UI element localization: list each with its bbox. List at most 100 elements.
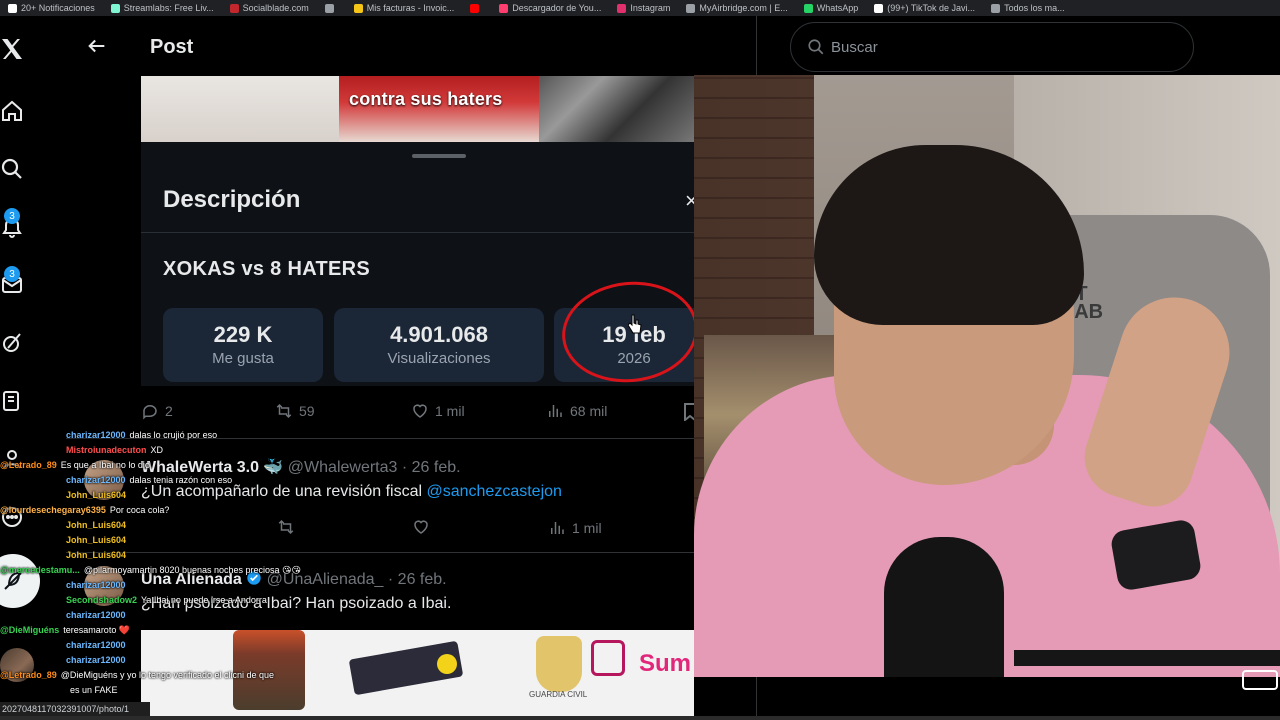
search-input[interactable] <box>831 38 1151 56</box>
chat-message: @lourdesechegaray6395 Por coca cola? <box>0 503 169 518</box>
home-icon[interactable] <box>0 96 30 126</box>
stat-value: 229 K <box>213 322 273 347</box>
bookmark-label: Descargador de You... <box>512 3 602 13</box>
whale-emoji: 🐳 <box>263 459 284 476</box>
chat-message: charizar12000 <box>66 638 130 653</box>
chat-username: charizar12000 <box>66 580 126 590</box>
bookmark-favicon-icon <box>874 3 884 13</box>
image-brand-text: Sum <box>639 650 692 677</box>
bookmark-item[interactable]: Mis facturas - Invoic... <box>346 3 463 13</box>
bookmarks-bar: 20+ Notificaciones Streamlabs: Free Liv..… <box>0 0 1280 16</box>
heart-icon[interactable] <box>412 518 430 536</box>
chat-message: John_Luis604 <box>66 488 130 503</box>
chat-message: @DieMiguéns teresamaroto ❤️ <box>0 623 130 638</box>
bookmark-item[interactable]: Streamlabs: Free Liv... <box>103 3 222 13</box>
bookmark-item[interactable]: Socialblade.com <box>222 3 317 13</box>
chat-message: John_Luis604 <box>66 548 130 563</box>
chat-message: John_Luis604 <box>66 518 130 533</box>
chat-username: @DieMiguéns <box>0 625 60 635</box>
chat-username: charizar12000 <box>66 430 126 440</box>
stat-label: Visualizaciones <box>387 350 491 367</box>
chat-message: es un FAKE <box>66 683 118 698</box>
reply-date[interactable]: · 26 feb. <box>402 459 461 476</box>
stat-value: 4.901.068 <box>390 322 488 347</box>
chat-text: XD <box>150 445 164 455</box>
chat-message: charizar12000 <box>66 608 130 623</box>
stat-likes: 229 K Me gusta <box>163 308 323 382</box>
thumbnail-text: contra sus haters <box>349 89 503 109</box>
bookmark-item[interactable]: Descargador de You... <box>491 3 609 13</box>
reply-button[interactable]: 2 <box>141 402 173 420</box>
bookmark-favicon-icon <box>229 3 239 13</box>
bookmark-label: Socialblade.com <box>242 3 309 13</box>
bookmark-item[interactable] <box>317 3 346 13</box>
thumbnail <box>141 76 339 142</box>
reply-handle[interactable]: @Whalewerta3 <box>288 459 398 476</box>
post-header: Post <box>66 16 694 76</box>
chat-text: @pilarmoyamartin 8020 buenas noches prec… <box>83 565 301 575</box>
scrollbar[interactable] <box>0 716 1280 720</box>
bookmark-item[interactable] <box>462 3 491 13</box>
explore-icon[interactable] <box>0 154 30 184</box>
chat-message: Secondshadow2 Ya Ibai no puede irse a And… <box>66 593 267 608</box>
lists-icon[interactable] <box>0 386 30 416</box>
post-actions: 2 59 1 mil 68 mil <box>141 402 696 430</box>
chat-text: Ya Ibai no puede irse a Andorra <box>141 595 267 605</box>
search-icon <box>808 39 824 55</box>
bookmark-favicon-icon <box>499 3 509 13</box>
bookmark-item[interactable]: Todos los ma... <box>983 3 1073 13</box>
bookmark-favicon-icon <box>353 3 363 13</box>
bookmark-label: (99+) TikTok de Javi... <box>887 3 976 13</box>
bookmark-item[interactable]: (99+) TikTok de Javi... <box>866 3 983 13</box>
search-bar[interactable] <box>790 22 1194 72</box>
views-icon[interactable] <box>548 519 566 537</box>
chat-text: @DieMiguéns y yo lo tengo verificado el … <box>60 670 275 680</box>
repost-icon[interactable] <box>276 518 296 536</box>
chat-text: es un FAKE <box>70 685 118 695</box>
chat-username: @mercedestamu... <box>0 565 80 575</box>
views-button[interactable]: 68 mil <box>546 402 607 420</box>
bookmark-item[interactable]: WhatsApp <box>796 3 867 13</box>
bookmark-item[interactable]: MyAirbridge.com | E... <box>678 3 795 13</box>
chat-text: dalas tenia razón con eso <box>129 475 233 485</box>
chat-text: dalas lo crujió por eso <box>129 430 218 440</box>
mouse-cursor-icon <box>628 314 642 334</box>
like-count: 1 mil <box>435 403 465 419</box>
chat-message: charizar12000 <box>66 578 130 593</box>
fullscreen-icon[interactable] <box>1242 670 1278 690</box>
chat-username: @lourdesechegaray6395 <box>0 505 106 515</box>
bookmark-label: MyAirbridge.com | E... <box>699 3 788 13</box>
stat-label: Me gusta <box>212 350 274 367</box>
back-arrow-icon[interactable] <box>86 35 108 57</box>
reply-date[interactable]: · 26 feb. <box>388 571 447 588</box>
page-title: Post <box>150 36 194 58</box>
views-count: 68 mil <box>570 403 608 419</box>
bookmark-label: Streamlabs: Free Liv... <box>123 3 214 13</box>
bookmark-item[interactable]: 20+ Notificaciones <box>0 3 103 13</box>
notifications-badge: 3 <box>4 208 20 224</box>
like-button[interactable]: 1 mil <box>411 402 465 420</box>
chat-username: charizar12000 <box>66 610 126 620</box>
mention-link[interactable]: @sanchezcastejon <box>426 483 561 500</box>
bookmark-label: 20+ Notificaciones <box>21 3 95 13</box>
bookmark-item[interactable]: Instagram <box>609 3 678 13</box>
image-element <box>591 640 625 676</box>
chat-username: charizar12000 <box>66 640 126 650</box>
views-icon <box>549 405 562 417</box>
x-logo-icon[interactable] <box>0 34 30 64</box>
stream-chat: charizar12000 dalas lo crujió por eso Mist… <box>0 428 301 720</box>
drag-handle <box>412 154 466 158</box>
thumbnail: contra sus haters <box>339 76 539 142</box>
chat-message: charizar12000 <box>66 653 130 668</box>
bookmark-label: Todos los ma... <box>1004 3 1065 13</box>
grok-icon[interactable] <box>0 328 30 358</box>
chat-username: John_Luis604 <box>66 550 127 560</box>
chat-text: Por coca cola? <box>109 505 170 515</box>
stat-views: 4.901.068 Visualizaciones <box>334 308 544 382</box>
chat-message: @Letrado_89 Es que a Ibai no lo dio <box>0 458 150 473</box>
close-icon: × <box>685 188 694 213</box>
repost-button[interactable]: 59 <box>275 402 315 420</box>
chat-message: charizar12000 dalas tenia razón con eso <box>66 473 232 488</box>
bookmark-label: Instagram <box>630 3 671 13</box>
bookmark-favicon-icon <box>617 3 627 13</box>
